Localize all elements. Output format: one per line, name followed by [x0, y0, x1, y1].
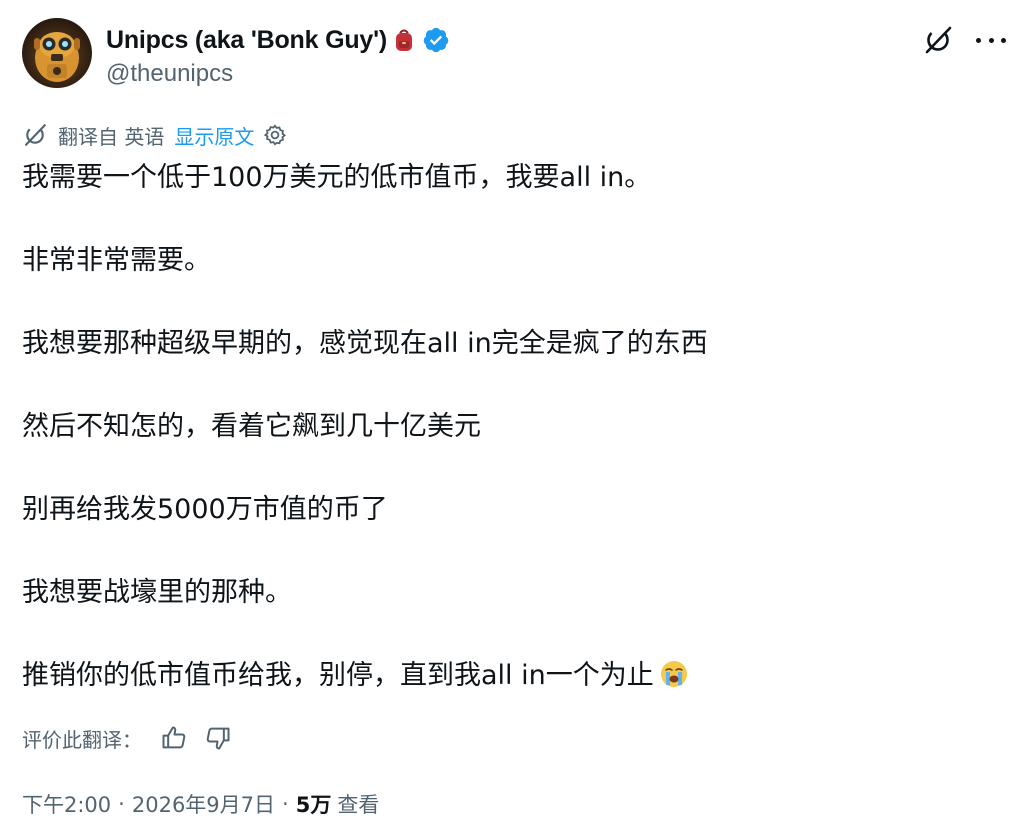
header-actions	[922, 24, 1006, 56]
tweet-paragraph: 非常非常需要。	[22, 245, 211, 276]
views-count[interactable]: 5万	[296, 789, 332, 819]
tweet-text: 我需要一个低于100万美元的低市值币，我要all in。 非常非常需要。 我想要…	[22, 158, 1002, 696]
more-dot	[1001, 37, 1006, 43]
more-dot	[988, 37, 994, 43]
author-display-name[interactable]: Unipcs (aka 'Bonk Guy')	[106, 26, 387, 55]
loudly-crying-face-icon	[660, 660, 688, 688]
thumbs-up-icon[interactable]	[160, 724, 188, 752]
meta-separator: ·	[282, 792, 289, 816]
rate-translation: 评价此翻译：	[22, 722, 232, 754]
avatar[interactable]	[22, 18, 92, 88]
views-label[interactable]: 查看	[337, 789, 379, 819]
translated-from-label: 翻译自 英语	[58, 124, 165, 149]
verified-badge-icon	[422, 26, 450, 54]
backpack-emoji-icon	[394, 28, 414, 52]
meta-separator: ·	[118, 792, 125, 816]
tweet-meta: 下午2:00 · 2026年9月7日 · 5万 查看	[22, 787, 379, 821]
rate-translation-label: 评价此翻译：	[22, 727, 142, 752]
more-dot	[976, 37, 981, 43]
grok-translate-icon	[22, 122, 48, 148]
author-name-line: Unipcs (aka 'Bonk Guy')	[106, 22, 450, 58]
tweet-paragraph-last: 推销你的低市值币给我，别停，直到我all in一个为止	[22, 656, 1002, 696]
thumbs-down-icon[interactable]	[204, 724, 232, 752]
tweet-paragraph: 别再给我发5000万市值的币了	[22, 494, 388, 525]
grok-icon[interactable]	[922, 24, 954, 56]
gear-icon[interactable]	[263, 123, 287, 147]
tweet-paragraph: 然后不知怎的，看着它飙到几十亿美元	[22, 411, 481, 442]
author-handle[interactable]: @theunipcs	[106, 60, 233, 88]
tweet-paragraph: 我想要那种超级早期的，感觉现在all in完全是疯了的东西	[22, 328, 708, 359]
tweet-paragraph: 我想要战壕里的那种。	[22, 577, 292, 608]
tweet-header: Unipcs (aka 'Bonk Guy') @theunipcs	[22, 18, 1006, 92]
show-original-link[interactable]: 显示原文	[174, 121, 254, 150]
more-horizontal-icon[interactable]	[976, 25, 1006, 55]
tweet-date[interactable]: 2026年9月7日	[132, 789, 275, 819]
tweet-paragraph: 我需要一个低于100万美元的低市值币，我要all in。	[22, 162, 652, 193]
tweet-time[interactable]: 下午2:00	[22, 789, 111, 819]
tweet-paragraph-text: 推销你的低市值币给我，别停，直到我all in一个为止	[22, 660, 654, 691]
translation-notice: 翻译自 英语 显示原文	[22, 120, 287, 150]
